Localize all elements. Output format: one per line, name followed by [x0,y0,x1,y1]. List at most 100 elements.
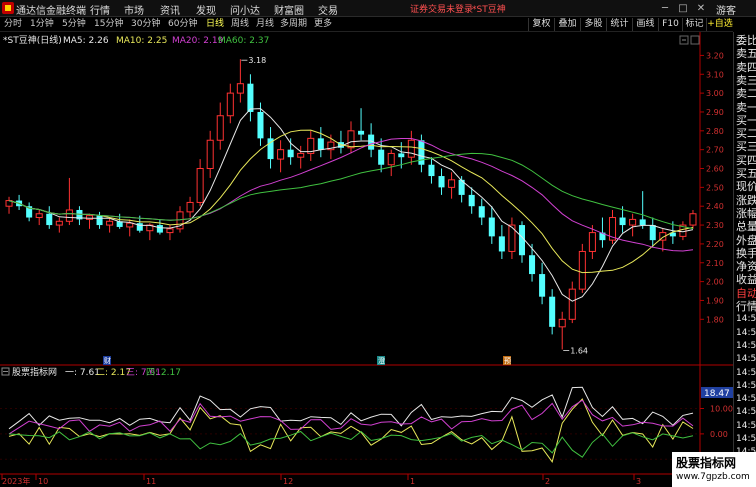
ma20-value: MA20: 2.19 [172,36,224,46]
ma10-value: MA10: 2.25 [116,36,167,46]
draw-line-button[interactable]: 画线 [632,18,658,31]
price-tick-label: 2.20 [706,240,724,249]
candle-body [196,168,204,203]
candle-body [568,288,576,320]
watermark-url: www.7gpzb.com [676,472,750,482]
low-annotation: 1.64 [570,346,588,355]
ma5-value: MA5: 2.26 [63,36,109,46]
side-panel-item: 卖二 [736,87,756,101]
candle-body [639,219,646,226]
candle-body [488,217,495,237]
side-panel-item: 外盘 [736,233,756,247]
candle-body [438,176,445,188]
maximize-icon[interactable]: □ [676,2,690,15]
overlay-button[interactable]: 叠加 [554,18,580,31]
period-tab-60min[interactable]: 60分钟 [168,18,197,31]
candle-body [46,213,53,226]
side-panel-item: 买四 [736,153,756,167]
date-tick-label: 12 [283,477,293,486]
period-tab-weekly[interactable]: 周线 [231,18,249,31]
watermark-title: 股票指标网 [676,456,737,470]
indicator-line4-value: 四: 2.17 [146,368,181,378]
menu-item-quotes[interactable]: 行情 [90,2,110,17]
candle-body [689,213,697,226]
indicator-line1-value: 一: 7.61 [65,368,100,378]
period-tab-30min[interactable]: 30分钟 [131,18,160,31]
date-tick-label: 1 [410,477,415,486]
menu-item-trade[interactable]: 交易 [318,2,338,17]
mark-button[interactable]: 标记 [682,18,706,31]
candle-body [206,139,214,170]
guest-label[interactable]: 游客 [716,2,736,17]
candle-body [257,111,264,139]
period-tab-5min[interactable]: 5分钟 [62,18,86,31]
chart-stock-title: *ST豆神(日线) [3,34,62,46]
price-tick-label: 2.40 [706,202,724,211]
statistics-button[interactable]: 统计 [606,18,632,31]
candle-body [55,220,63,226]
high-annotation: 3.18 [248,56,266,65]
candle-body [85,215,94,220]
candle-body [549,296,556,327]
period-tab-multi[interactable]: 多周期 [280,18,307,31]
period-tab-timeshare[interactable]: 分时 [4,18,22,31]
menu-item-news[interactable]: 资讯 [160,2,180,17]
candle-body [578,250,586,290]
candle-body [216,115,224,141]
date-tick-label: 10 [38,477,48,486]
side-panel-item: 卖一 [736,100,756,114]
period-tab-1min[interactable]: 1分钟 [30,18,54,31]
menu-item-wealth[interactable]: 财富圈 [274,2,304,17]
side-panel-item[interactable]: 自动 [736,287,756,300]
add-watchlist-button[interactable]: +自选 [706,18,733,31]
login-warning[interactable]: 证券交易未登录 [410,2,473,15]
candle-body [317,138,324,150]
date-tick-label: 2023年 [2,476,30,486]
menu-item-ask[interactable]: 问小达 [230,2,260,17]
candle-body [629,218,637,226]
multi-stock-button[interactable]: 多股 [580,18,606,31]
side-panel-item: 14:55 [736,367,756,378]
event-marker-clarify[interactable]: 澄 [377,356,385,365]
f10-button[interactable]: F10 [658,18,682,31]
close-icon[interactable]: ✕ [694,2,708,15]
side-panel-item: 买一 [736,113,756,127]
side-panel-item: 卖四 [736,60,756,74]
candle-body [498,236,505,252]
candle-body [236,83,244,94]
period-tab-more[interactable]: 更多 [314,18,332,31]
price-tick-label: 2.60 [706,165,724,174]
indicator-settings-icon[interactable] [1,367,10,376]
candle-body [166,228,174,234]
side-panel-item: 14:55 [736,380,756,391]
panel-collapse-icon[interactable] [679,35,689,45]
period-tab-15min[interactable]: 15分钟 [94,18,123,31]
indicator-tick-label: 0.00 [710,430,728,439]
side-panel-item: 卖三 [736,73,756,87]
candle-body [428,164,435,177]
date-tick-label: 3 [636,477,641,486]
minimize-icon[interactable]: ─ [658,2,672,15]
panel-expand-icon[interactable] [690,35,700,45]
kline-chart[interactable]: 3.20 3.10 3.00 2.90 2.80 2.70 2.60 2.50 2.40 2.30… [0,32,733,487]
side-panel-item: 14:55 [736,354,756,365]
price-tick-label: 3.20 [706,51,724,60]
date-tick-label: 11 [146,477,156,486]
period-toolbar: 分时 1分钟 5分钟 15分钟 30分钟 60分钟 日线 周线 月线 多周期 更… [0,17,733,32]
side-panel-item: 收益 [736,273,756,287]
restore-rights-button[interactable]: 复权 [528,18,554,31]
side-panel-item: 净资 [736,260,756,274]
period-tab-monthly[interactable]: 月线 [256,18,274,31]
candle-body [418,140,425,165]
event-marker-finance[interactable]: 财 [103,356,111,365]
title-bar: 通达信金融终端 行情 市场 资讯 发现 问小达 财富圈 交易 证券交易未登录 *… [0,0,756,17]
indicator-tick-label: 10.00 [710,404,733,413]
side-panel-item: 买二 [736,127,756,141]
candle-body [277,149,285,160]
price-tick-label: 2.70 [706,146,724,155]
menu-item-market[interactable]: 市场 [124,2,144,17]
menu-item-discover[interactable]: 发现 [196,2,216,17]
event-marker-forecast[interactable]: 预 [503,356,511,365]
svg-text:澄: 澄 [378,356,385,365]
period-tab-daily[interactable]: 日线 [206,18,224,31]
